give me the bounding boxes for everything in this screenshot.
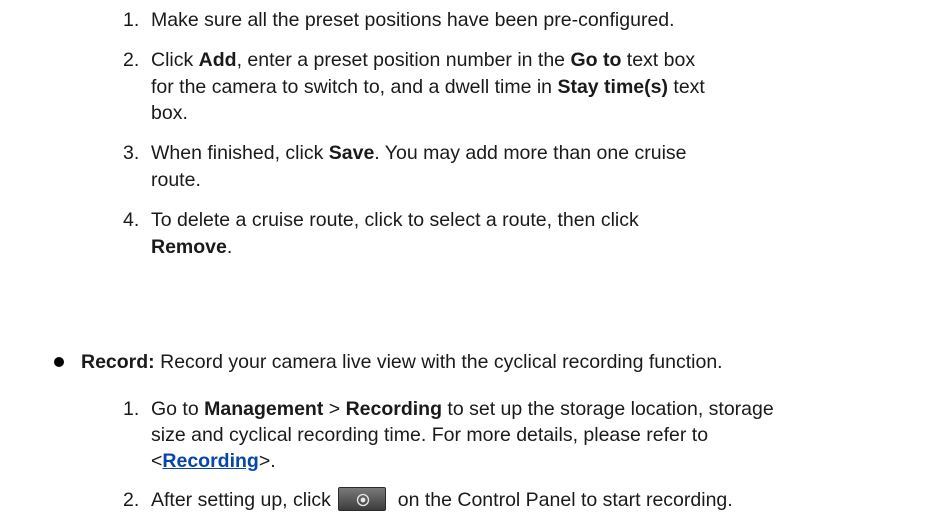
list-text: for the camera to switch to, and a dwell…	[151, 76, 705, 98]
list-number: 2.	[123, 489, 140, 511]
list-number: 2.	[123, 49, 140, 71]
list-text: After setting up, click on the Control P…	[151, 486, 733, 513]
ui-term-go-to: Go to	[570, 49, 622, 71]
ui-term-management: Management	[204, 398, 324, 420]
list-text: Make sure all the preset positions have …	[151, 9, 675, 31]
ui-term-save: Save	[328, 142, 375, 164]
list-text: To delete a cruise route, click to selec…	[151, 209, 639, 231]
list-text: box.	[151, 102, 188, 124]
ui-term-recording: Recording	[345, 398, 442, 420]
record-button[interactable]	[338, 486, 387, 511]
list-number: 4.	[123, 209, 140, 231]
list-text: route.	[151, 169, 201, 191]
list-text: size and cyclical recording time. For mo…	[151, 424, 709, 446]
list-number: 3.	[123, 142, 140, 164]
recording-link[interactable]: Recording	[162, 450, 258, 472]
list-number: 1.	[123, 9, 140, 31]
ui-term-stay-time: Stay time(s)	[557, 76, 668, 98]
list-text: Go to Management > Recording to set up t…	[151, 398, 774, 420]
record-icon	[357, 493, 370, 506]
list-text: Remove.	[151, 236, 233, 258]
list-text: When finished, click Save. You may add m…	[151, 142, 687, 164]
list-number: 1.	[123, 398, 140, 420]
list-text: Click Add, enter a preset position numbe…	[151, 49, 696, 71]
ui-term-remove: Remove	[151, 236, 227, 258]
record-description: Record: Record your camera live view wit…	[81, 351, 723, 373]
record-label: Record:	[81, 351, 155, 373]
bullet-dot-icon	[54, 357, 64, 367]
ui-term-add: Add	[198, 49, 237, 71]
list-text: <Recording>.	[151, 450, 276, 472]
